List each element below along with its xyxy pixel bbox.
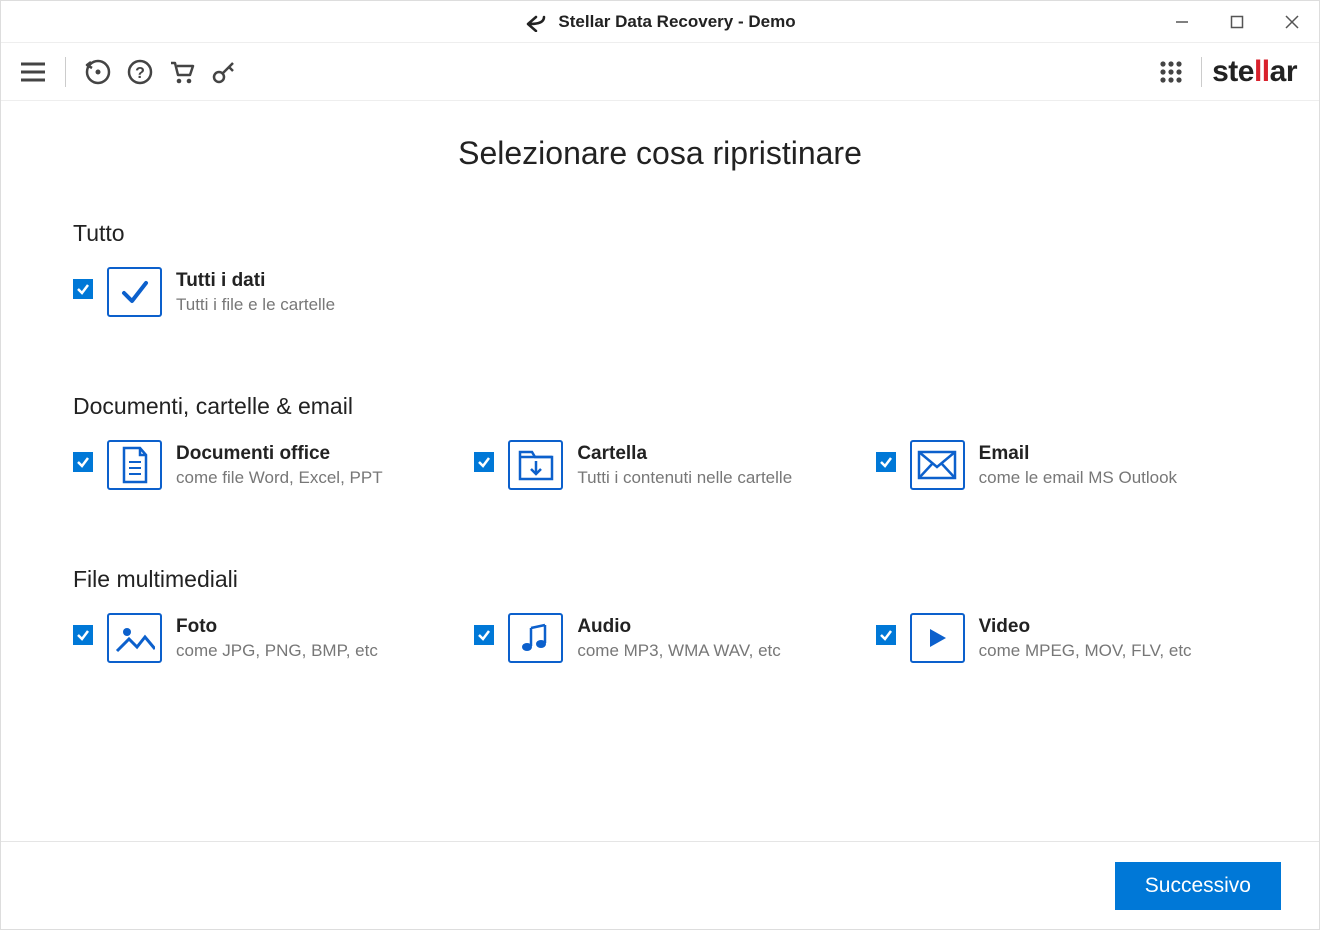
toolbar-separator xyxy=(65,57,66,87)
footer: Successivo xyxy=(1,841,1319,929)
checkbox-folder[interactable] xyxy=(474,452,494,472)
option-all-data-text: Tutti i dati Tutti i file e le cartelle xyxy=(176,267,335,315)
option-office-title: Documenti office xyxy=(176,442,383,466)
history-icon xyxy=(83,57,113,87)
option-audio-text: Audio come MP3, WMA WAV, etc xyxy=(577,613,780,661)
key-button[interactable] xyxy=(204,52,244,92)
video-icon xyxy=(910,613,965,663)
option-audio[interactable]: Audio come MP3, WMA WAV, etc xyxy=(474,613,845,663)
maximize-button[interactable] xyxy=(1209,1,1264,43)
cart-button[interactable] xyxy=(162,52,202,92)
option-folder-sub: Tutti i contenuti nelle cartelle xyxy=(577,468,792,488)
email-icon xyxy=(910,440,965,490)
option-all-data[interactable]: Tutti i dati Tutti i file e le cartelle xyxy=(73,267,335,317)
row-media: Foto come JPG, PNG, BMP, etc Audio come … xyxy=(73,613,1247,663)
hamburger-icon xyxy=(19,61,47,83)
option-video-text: Video come MPEG, MOV, FLV, etc xyxy=(979,613,1192,661)
main-content: Selezionare cosa ripristinare Tutto Tutt… xyxy=(1,101,1319,841)
option-email-title: Email xyxy=(979,442,1177,466)
brand-logo: stellar xyxy=(1212,55,1307,89)
option-email-text: Email come le email MS Outlook xyxy=(979,440,1177,488)
option-all-data-title: Tutti i dati xyxy=(176,269,335,293)
option-photo-title: Foto xyxy=(176,615,378,639)
audio-icon xyxy=(508,613,563,663)
option-office[interactable]: Documenti office come file Word, Excel, … xyxy=(73,440,444,490)
section-all-title: Tutto xyxy=(73,220,1247,247)
option-email-sub: come le email MS Outlook xyxy=(979,468,1177,488)
checkbox-all-data[interactable] xyxy=(73,279,93,299)
close-button[interactable] xyxy=(1264,1,1319,43)
menu-button[interactable] xyxy=(13,52,53,92)
window-controls xyxy=(1154,1,1319,43)
app-window: Stellar Data Recovery - Demo xyxy=(0,0,1320,930)
next-button[interactable]: Successivo xyxy=(1115,862,1281,910)
section-media-title: File multimediali xyxy=(73,566,1247,593)
checkbox-office[interactable] xyxy=(73,452,93,472)
checkbox-audio[interactable] xyxy=(474,625,494,645)
minimize-button[interactable] xyxy=(1154,1,1209,43)
section-docs: Documenti, cartelle & email Documenti of… xyxy=(73,393,1247,490)
all-data-icon xyxy=(107,267,162,317)
option-folder-text: Cartella Tutti i contenuti nelle cartell… xyxy=(577,440,792,488)
svg-text:?: ? xyxy=(135,65,145,82)
back-icon[interactable] xyxy=(524,12,548,32)
photo-icon xyxy=(107,613,162,663)
toolbar: ? xyxy=(1,43,1319,101)
titlebar: Stellar Data Recovery - Demo xyxy=(1,1,1319,43)
option-photo-sub: come JPG, PNG, BMP, etc xyxy=(176,641,378,661)
option-office-text: Documenti office come file Word, Excel, … xyxy=(176,440,383,488)
help-button[interactable]: ? xyxy=(120,52,160,92)
option-video-title: Video xyxy=(979,615,1192,639)
window-title: Stellar Data Recovery - Demo xyxy=(558,12,795,32)
option-video[interactable]: Video come MPEG, MOV, FLV, etc xyxy=(876,613,1247,663)
help-icon: ? xyxy=(125,57,155,87)
title-wrap: Stellar Data Recovery - Demo xyxy=(524,12,795,32)
brand-pre: ste xyxy=(1212,55,1254,88)
toolbar-right: stellar xyxy=(1151,52,1307,92)
brand-red: ll xyxy=(1254,55,1270,88)
checkbox-video[interactable] xyxy=(876,625,896,645)
row-all: Tutti i dati Tutti i file e le cartelle xyxy=(73,267,1247,317)
option-office-sub: come file Word, Excel, PPT xyxy=(176,468,383,488)
option-audio-title: Audio xyxy=(577,615,780,639)
option-folder[interactable]: Cartella Tutti i contenuti nelle cartell… xyxy=(474,440,845,490)
option-photo[interactable]: Foto come JPG, PNG, BMP, etc xyxy=(73,613,444,663)
option-video-sub: come MPEG, MOV, FLV, etc xyxy=(979,641,1192,661)
section-all: Tutto Tutti i dati Tutti i file e le car… xyxy=(73,220,1247,317)
option-email[interactable]: Email come le email MS Outlook xyxy=(876,440,1247,490)
toolbar-separator-right xyxy=(1201,57,1202,87)
section-media: File multimediali Foto come JPG, PNG, BM… xyxy=(73,566,1247,663)
key-icon xyxy=(209,57,239,87)
apps-button[interactable] xyxy=(1151,52,1191,92)
brand-post: ar xyxy=(1270,55,1297,88)
history-button[interactable] xyxy=(78,52,118,92)
document-icon xyxy=(107,440,162,490)
folder-icon xyxy=(508,440,563,490)
cart-icon xyxy=(167,57,197,87)
section-docs-title: Documenti, cartelle & email xyxy=(73,393,1247,420)
toolbar-left: ? xyxy=(13,52,244,92)
option-photo-text: Foto come JPG, PNG, BMP, etc xyxy=(176,613,378,661)
option-folder-title: Cartella xyxy=(577,442,792,466)
option-all-data-sub: Tutti i file e le cartelle xyxy=(176,295,335,315)
row-docs: Documenti office come file Word, Excel, … xyxy=(73,440,1247,490)
checkbox-email[interactable] xyxy=(876,452,896,472)
page-title: Selezionare cosa ripristinare xyxy=(73,135,1247,172)
checkbox-photo[interactable] xyxy=(73,625,93,645)
grid-icon xyxy=(1158,59,1184,85)
option-audio-sub: come MP3, WMA WAV, etc xyxy=(577,641,780,661)
